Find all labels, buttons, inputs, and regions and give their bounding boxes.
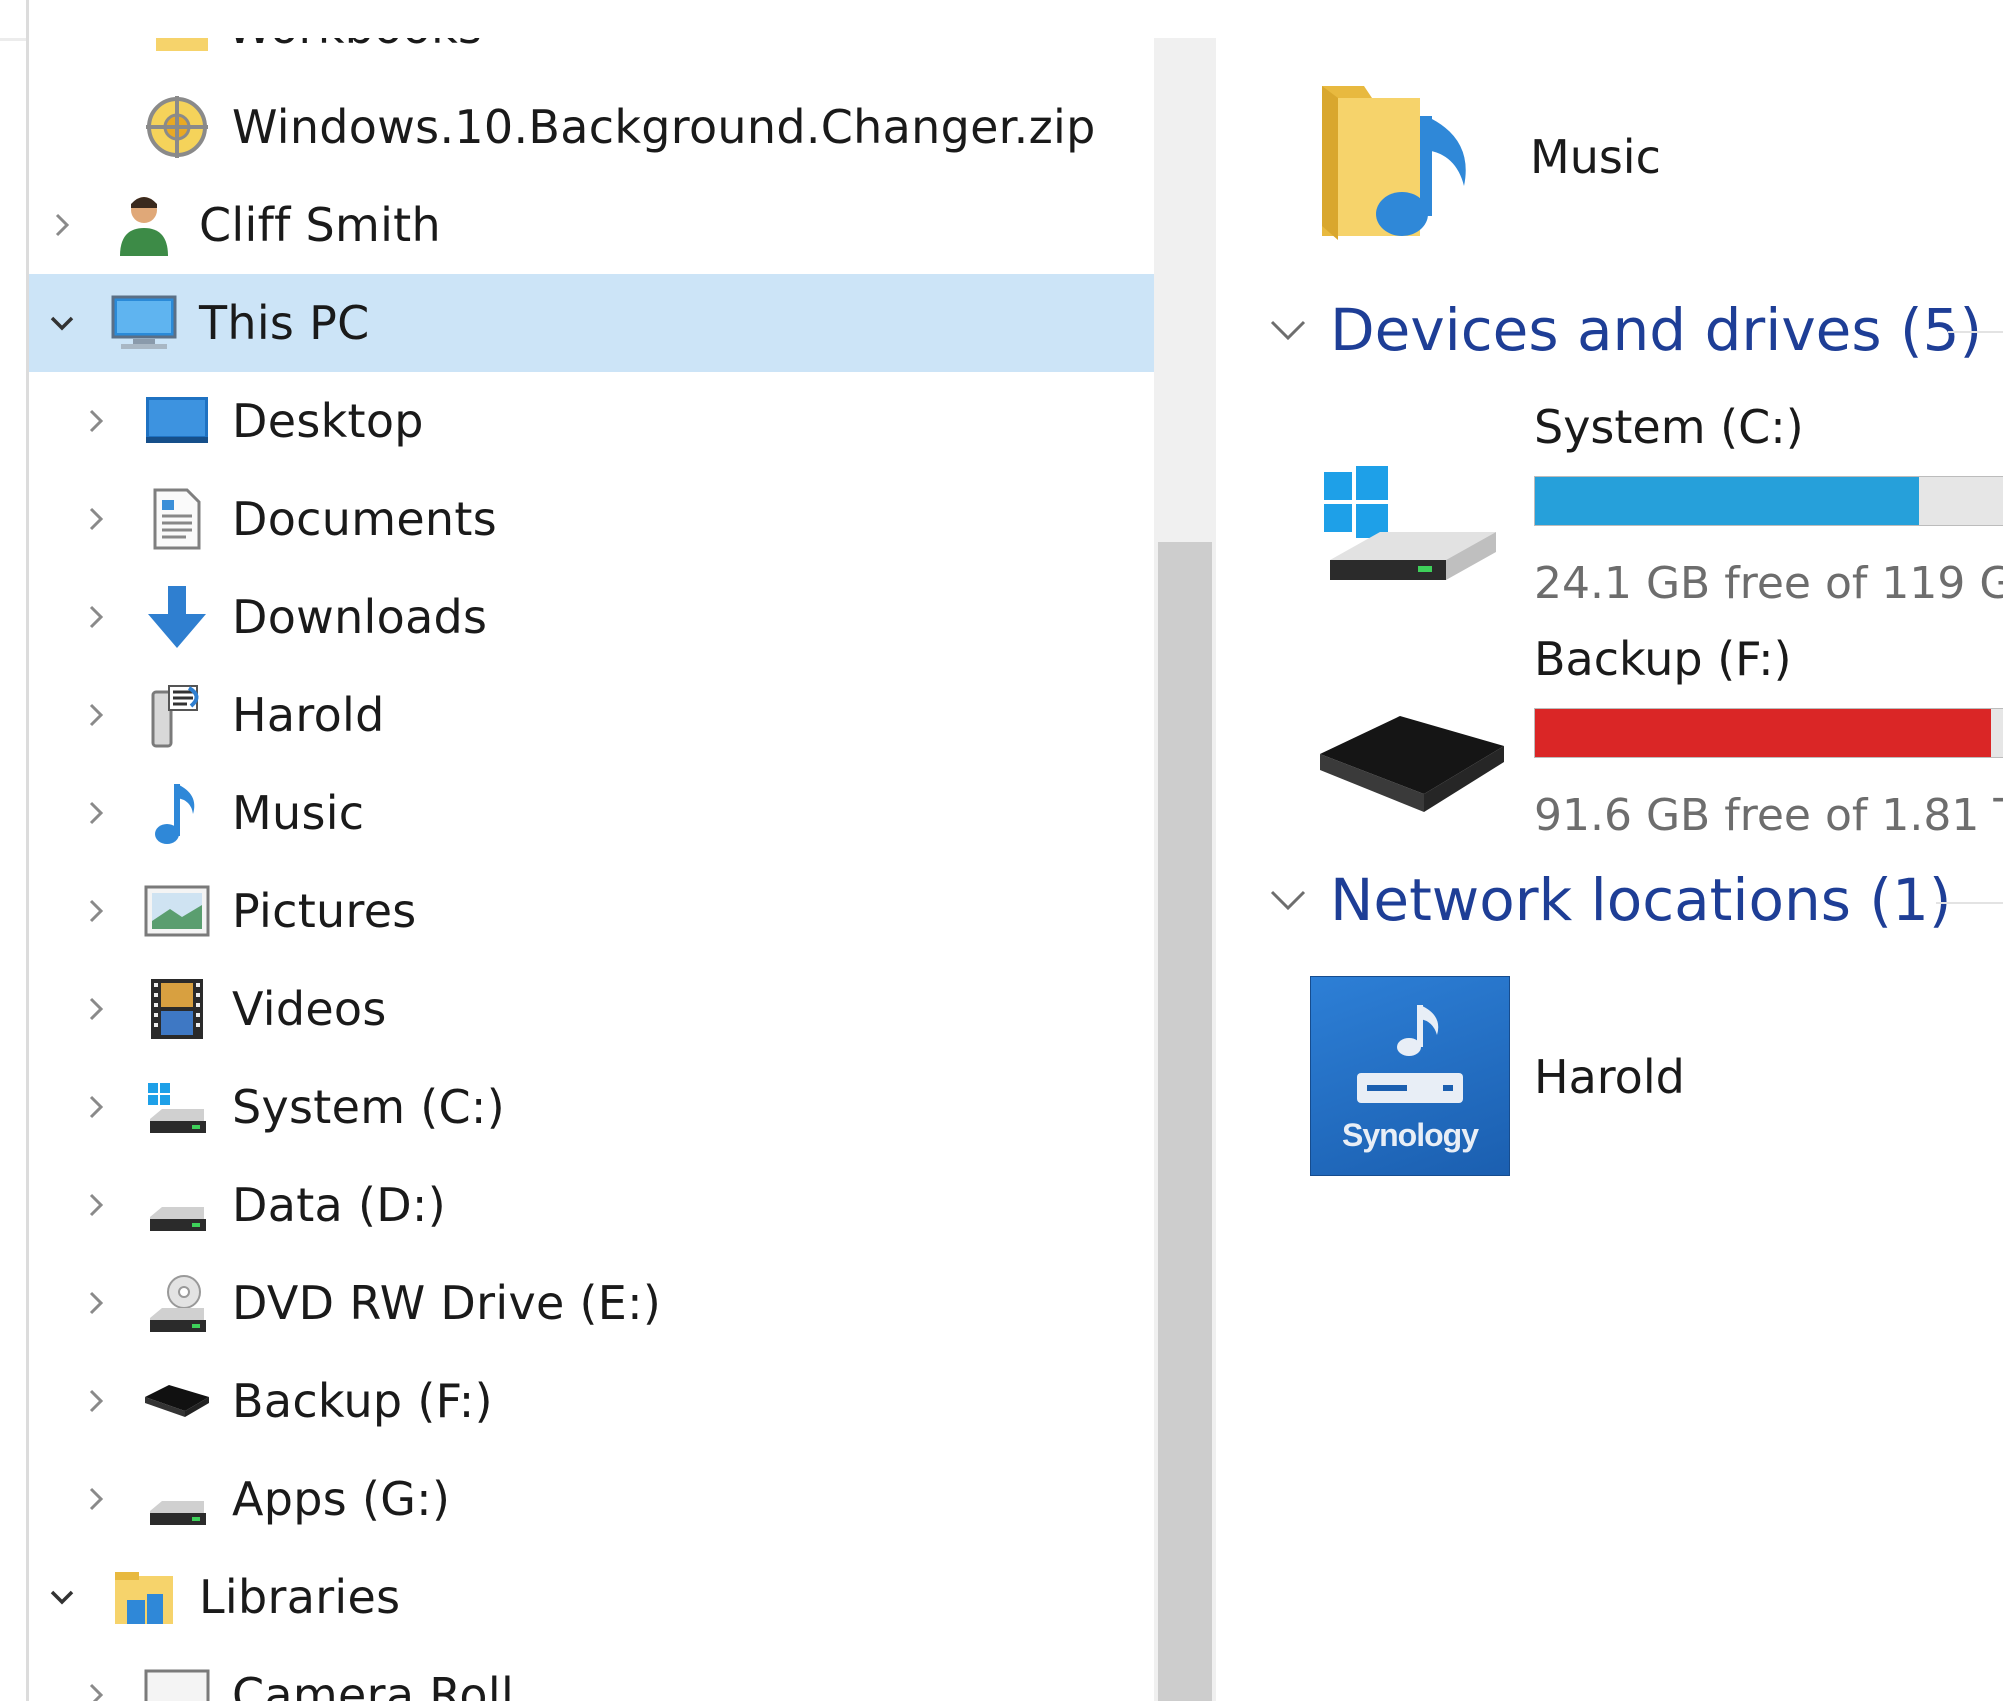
network-group-header[interactable]: Network locations (1)	[1266, 866, 1952, 934]
chevron-down-icon[interactable]	[1266, 878, 1310, 922]
nav-item-pictures[interactable]: Pictures	[29, 862, 1154, 960]
group-divider	[1948, 331, 2003, 333]
nav-item-label: Workbooks	[227, 38, 482, 54]
nav-item-label: System (C:)	[232, 1080, 505, 1134]
nav-item-label: Documents	[232, 492, 497, 546]
nav-item-label: Libraries	[199, 1570, 401, 1624]
network-group-title: Network locations (1)	[1330, 866, 1952, 934]
chevron-down-icon[interactable]	[42, 1577, 82, 1617]
chevron-right-icon[interactable]	[76, 1087, 116, 1127]
network-location-name: Harold	[1534, 1050, 1685, 1104]
music-folder-icon[interactable]	[1316, 76, 1476, 246]
network-server-icon	[142, 680, 212, 750]
nav-item-partial-bottom[interactable]: Camera Roll	[29, 1646, 1154, 1701]
nav-item-documents[interactable]: Documents	[29, 470, 1154, 568]
chevron-down-icon[interactable]	[1266, 308, 1310, 352]
content-pane: Music Devices and drives (5) System (C:)…	[1216, 38, 2003, 1701]
nav-item-dvd-e[interactable]: DVD RW Drive (E:)	[29, 1254, 1154, 1352]
nav-item-label: Data (D:)	[232, 1178, 446, 1232]
nav-item-label: Desktop	[232, 394, 424, 448]
nav-item-zip-file[interactable]: Windows.10.Background.Changer.zip	[29, 78, 1154, 176]
nav-scrollbar-thumb[interactable]	[1158, 542, 1212, 1701]
nav-item-label: Videos	[232, 982, 387, 1036]
pictures-icon	[142, 876, 212, 946]
folder-icon	[142, 1660, 212, 1701]
nav-item-label: Windows.10.Background.Changer.zip	[232, 100, 1096, 154]
drive-capacity-fill	[1535, 709, 1991, 757]
nav-item-downloads[interactable]: Downloads	[29, 568, 1154, 666]
libraries-icon	[109, 1562, 179, 1632]
drive-name: Backup (F:)	[1534, 632, 1792, 686]
chevron-right-icon[interactable]	[76, 1675, 116, 1701]
nav-item-label: Pictures	[232, 884, 417, 938]
nav-item-label: This PC	[199, 296, 370, 350]
chevron-right-icon[interactable]	[76, 1381, 116, 1421]
nav-item-libraries[interactable]: Libraries	[29, 1548, 1154, 1646]
nav-item-music[interactable]: Music	[29, 764, 1154, 862]
synology-nas-icon[interactable]: Synology	[1310, 976, 1510, 1176]
nav-item-label: Camera Roll	[232, 1668, 515, 1701]
nav-item-system-c[interactable]: System (C:)	[29, 1058, 1154, 1156]
nav-item-cliff-smith[interactable]: Cliff Smith	[29, 176, 1154, 274]
external-drive-icon	[142, 1366, 212, 1436]
nav-item-label: Backup (F:)	[232, 1374, 493, 1428]
synology-brand-text: Synology	[1341, 1117, 1479, 1153]
hard-drive-icon	[142, 1464, 212, 1534]
music-folder-label: Music	[1530, 130, 1661, 184]
chevron-right-icon[interactable]	[76, 597, 116, 637]
nav-item-partial-top[interactable]: Workbooks	[29, 38, 1154, 76]
devices-group-header[interactable]: Devices and drives (5)	[1266, 296, 1982, 364]
user-icon	[109, 190, 179, 260]
windows-drive-icon	[142, 1072, 212, 1142]
navigation-pane: Workbooks Windows.10.Background.Changer.…	[29, 38, 1154, 1701]
nav-item-backup-f[interactable]: Backup (F:)	[29, 1352, 1154, 1450]
chevron-down-icon[interactable]	[42, 303, 82, 343]
chevron-right-icon[interactable]	[76, 989, 116, 1029]
nav-item-apps-g[interactable]: Apps (G:)	[29, 1450, 1154, 1548]
chevron-right-icon[interactable]	[76, 891, 116, 931]
drive-capacity-fill	[1535, 477, 1919, 525]
nav-item-harold[interactable]: Harold	[29, 666, 1154, 764]
nav-item-videos[interactable]: Videos	[29, 960, 1154, 1058]
drive-name: System (C:)	[1534, 400, 1804, 454]
nav-item-label: Harold	[232, 688, 385, 742]
nav-item-label: DVD RW Drive (E:)	[232, 1276, 662, 1330]
download-arrow-icon	[142, 582, 212, 652]
hard-drive-icon	[142, 1170, 212, 1240]
documents-icon	[142, 484, 212, 554]
dvd-drive-icon	[142, 1268, 212, 1338]
nav-item-label: Apps (G:)	[232, 1472, 451, 1526]
title-bar-area	[0, 0, 2003, 41]
devices-group-title: Devices and drives (5)	[1330, 296, 1983, 364]
music-note-icon	[142, 778, 212, 848]
videos-icon	[142, 974, 212, 1044]
folder-icon	[147, 38, 217, 62]
drive-capacity-bar	[1534, 708, 2003, 758]
nav-item-this-pc[interactable]: This PC	[29, 274, 1154, 372]
nav-item-data-d[interactable]: Data (D:)	[29, 1156, 1154, 1254]
nav-item-label: Cliff Smith	[199, 198, 441, 252]
chevron-right-icon[interactable]	[42, 205, 82, 245]
windows-drive-icon[interactable]	[1320, 448, 1500, 588]
chevron-right-icon[interactable]	[76, 1479, 116, 1519]
chevron-right-icon[interactable]	[76, 499, 116, 539]
zip-archive-icon	[142, 92, 212, 162]
nav-item-label: Music	[232, 786, 365, 840]
chevron-right-icon[interactable]	[76, 1283, 116, 1323]
chevron-right-icon[interactable]	[76, 1185, 116, 1225]
desktop-icon	[142, 386, 212, 456]
group-divider	[1936, 902, 2003, 904]
chevron-right-icon[interactable]	[76, 695, 116, 735]
chevron-right-icon[interactable]	[76, 793, 116, 833]
nav-item-label: Downloads	[232, 590, 488, 644]
nav-item-desktop[interactable]: Desktop	[29, 372, 1154, 470]
drive-capacity-bar	[1534, 476, 2003, 526]
drive-free-space: 24.1 GB free of 119 GB	[1534, 558, 2003, 609]
computer-icon	[109, 288, 179, 358]
chevron-right-icon[interactable]	[76, 401, 116, 441]
drive-free-space: 91.6 GB free of 1.81 TB	[1534, 790, 2003, 841]
external-drive-icon[interactable]	[1316, 704, 1506, 824]
